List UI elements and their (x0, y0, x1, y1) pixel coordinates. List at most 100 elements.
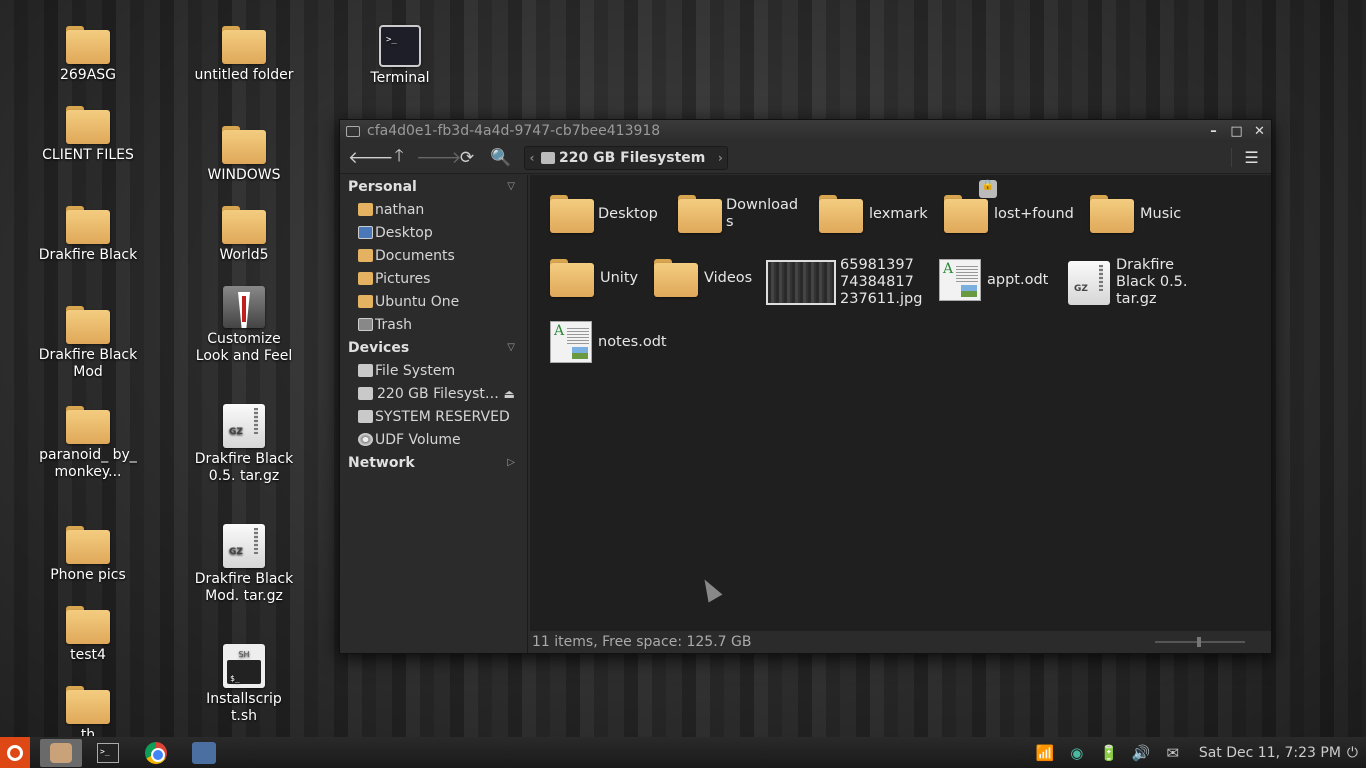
file-item-notes-odt[interactable]: A notes.odt (550, 321, 667, 363)
desktop-icon-label: Drakfire Black 0.5. tar.gz (194, 451, 294, 484)
sidebar-item-file-system[interactable]: File System (340, 359, 527, 382)
maximize-button[interactable]: □ (1225, 124, 1248, 139)
volume-icon[interactable]: 🔊 (1125, 744, 1157, 762)
sidebar-item-220gb[interactable]: 220 GB Filesyst… ⏏ (340, 382, 527, 405)
file-item-downloads[interactable]: Download s (678, 195, 808, 233)
desktop-icon-label: WINDOWS (207, 167, 281, 183)
archive-icon: GZ (1068, 260, 1110, 305)
file-item-appt-odt[interactable]: A appt.odt (939, 259, 1048, 301)
ubuntu-logo-icon[interactable] (0, 737, 30, 768)
desktop-icon-label: untitled folder (194, 67, 294, 83)
desktop-icon-untitled-folder[interactable]: untitled folder (192, 26, 296, 84)
chevron-down-icon[interactable]: ▽ (507, 181, 515, 192)
taskbar-system-settings[interactable] (188, 739, 220, 767)
desktop-icon-installscript[interactable]: SH $_ Installscrip t.sh (192, 644, 296, 725)
mail-icon[interactable]: ✉ (1157, 744, 1189, 762)
folder-icon (550, 195, 594, 233)
desktop-icon-drakfire-black-tar-gz[interactable]: GZ Drakfire Black 0.5. tar.gz (192, 404, 296, 485)
desktop-icon-269asg[interactable]: 269ASG (36, 26, 140, 84)
desktop-icon-paranoid[interactable]: paranoid_ by_ monkey... (36, 406, 140, 481)
view-menu-icon[interactable]: ☰ (1231, 148, 1271, 167)
desktop-icon (358, 226, 373, 239)
disc-icon (358, 433, 373, 446)
folder-icon (66, 686, 110, 724)
taskbar-terminal[interactable]: >_ (92, 739, 124, 767)
sidebar-header-devices[interactable]: Devices ▽ (340, 336, 527, 359)
file-item-drakfire-tar-gz[interactable]: GZ Drakfire Black 0.5. tar.gz (1068, 257, 1194, 308)
desktop-icon-drakfire-black-mod-tar-gz[interactable]: GZ Drakfire Black Mod. tar.gz (192, 524, 296, 605)
desktop-icon-phone-pics[interactable]: Phone pics (36, 526, 140, 584)
desktop-icon-windows[interactable]: WINDOWS (192, 126, 296, 184)
minimize-button[interactable]: – (1202, 124, 1225, 139)
folder-icon (66, 106, 110, 144)
folder-icon (222, 26, 266, 64)
ubuntu-one-icon[interactable]: ◉ (1061, 744, 1093, 762)
path-segment-label: 220 GB Filesystem (559, 149, 706, 166)
path-segment[interactable]: 220 GB Filesystem (539, 150, 713, 166)
taskbar-file-manager[interactable] (40, 738, 82, 767)
desktop-icon-label: test4 (70, 647, 106, 663)
chevron-down-icon[interactable]: ▽ (507, 342, 515, 353)
desktop-icon-test4[interactable]: test4 (36, 606, 140, 664)
file-item-lost-found[interactable]: lost+found (944, 195, 1074, 233)
reload-icon[interactable]: ⟳ (450, 148, 484, 168)
desktop-icon-label: Drakfire Black (38, 247, 138, 263)
file-item-jpg[interactable]: 65981397 74384817 237611.jpg (766, 257, 924, 308)
window-title: cfa4d0e1-fb3d-4a4d-9747-cb7bee413918 (367, 123, 661, 139)
sidebar-item-ubuntu-one[interactable]: Ubuntu One (340, 290, 527, 313)
desktop-icon-label: Customize Look and Feel (195, 331, 293, 364)
folder-icon (358, 272, 373, 285)
close-button[interactable]: ✕ (1248, 124, 1271, 139)
archive-icon: GZ (223, 524, 265, 568)
status-bar: 11 items, Free space: 125.7 GB (530, 631, 1271, 653)
chevron-right-icon[interactable]: ▷ (507, 457, 515, 468)
desktop-icon-drakfire-black[interactable]: Drakfire Black (36, 206, 140, 264)
desktop-icon-drakfire-black-mod[interactable]: Drakfire Black Mod (36, 306, 140, 381)
desktop-icon-th[interactable]: th (36, 686, 140, 736)
desktop-icon-world5[interactable]: World5 (192, 206, 296, 264)
zoom-slider[interactable] (1155, 637, 1245, 647)
file-item-unity[interactable]: Unity (550, 259, 638, 297)
lock-icon: 🔒 (979, 180, 997, 198)
sidebar-item-trash[interactable]: Trash (340, 313, 527, 336)
up-icon[interactable]: 🡑 (382, 143, 416, 172)
desktop-icon-terminal[interactable]: >_ Terminal (348, 25, 452, 87)
status-text: 11 items, Free space: 125.7 GB (532, 634, 752, 650)
file-item-lexmark[interactable]: lexmark (819, 195, 928, 233)
back-icon[interactable]: 🡐 (348, 148, 394, 168)
folder-icon (66, 206, 110, 244)
power-icon[interactable]: ⏻ (1347, 745, 1358, 761)
file-item-music[interactable]: Music (1090, 195, 1181, 233)
window-icon (346, 125, 360, 137)
path-left-arrow[interactable]: ‹ (525, 151, 539, 165)
system-tray: 📶 ◉ 🔋 🔊 ✉ Sat Dec 11, 7:23 PM ⏻ (1029, 744, 1366, 762)
folder-icon (550, 259, 594, 297)
folder-icon (66, 526, 110, 564)
window-titlebar[interactable]: cfa4d0e1-fb3d-4a4d-9747-cb7bee413918 – □… (340, 120, 1271, 142)
folder-icon (358, 249, 373, 262)
desktop-icon-customize-look-and-feel[interactable]: Customize Look and Feel (192, 286, 296, 365)
sidebar-item-documents[interactable]: Documents (340, 244, 527, 267)
desktop-icon-label: th (80, 727, 96, 736)
path-bar: ‹ 220 GB Filesystem › (524, 145, 729, 170)
eject-icon[interactable]: ⏏ (504, 387, 515, 401)
desktop-icon-client-files[interactable]: CLIENT FILES (36, 106, 140, 164)
file-item-videos[interactable]: Videos (654, 259, 752, 297)
battery-icon[interactable]: 🔋 (1093, 744, 1125, 762)
file-item-desktop[interactable]: Desktop (550, 195, 658, 233)
sidebar-item-pictures[interactable]: Pictures (340, 267, 527, 290)
search-icon[interactable]: 🔍 (484, 148, 518, 168)
sidebar-item-udf-volume[interactable]: UDF Volume (340, 428, 527, 451)
sidebar-header-network[interactable]: Network ▷ (340, 451, 527, 474)
taskbar-chrome[interactable] (140, 739, 172, 767)
path-right-arrow[interactable]: › (713, 151, 727, 165)
forward-icon[interactable]: 🡒 (416, 148, 462, 168)
document-icon: A (939, 259, 981, 301)
drive-icon (358, 364, 373, 377)
sidebar-item-desktop[interactable]: Desktop (340, 221, 527, 244)
sidebar-item-nathan[interactable]: nathan (340, 198, 527, 221)
signal-icon[interactable]: 📶 (1029, 744, 1061, 762)
clock[interactable]: Sat Dec 11, 7:23 PM (1199, 745, 1341, 761)
sidebar-item-system-reserved[interactable]: SYSTEM RESERVED (340, 405, 527, 428)
sidebar-header-personal[interactable]: Personal ▽ (340, 175, 527, 198)
